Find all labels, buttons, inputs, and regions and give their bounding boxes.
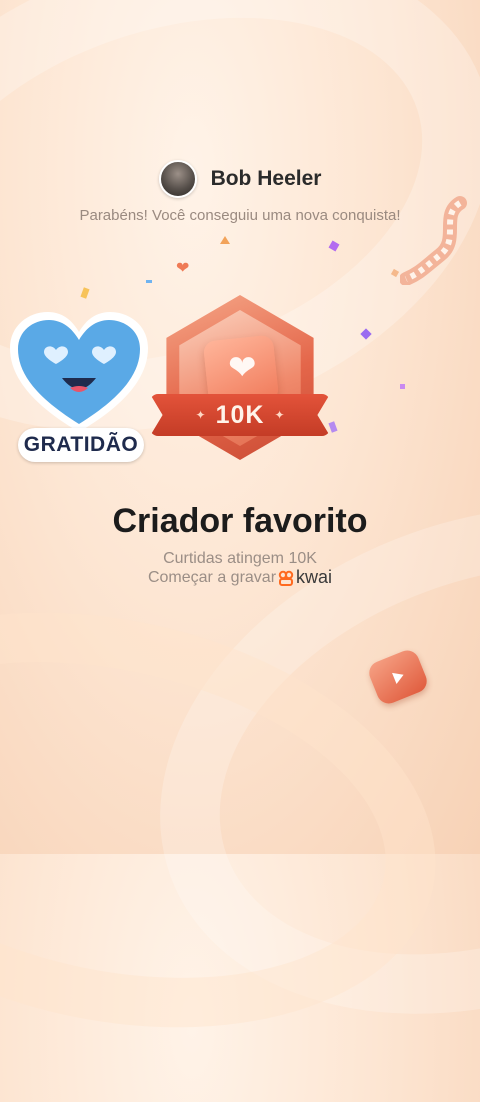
start-recording-link[interactable]: Começar a gravar	[148, 569, 276, 587]
kwai-icon	[278, 570, 294, 586]
background-swoosh	[0, 555, 475, 1085]
start-recording-row[interactable]: Começar a gravar kwai	[0, 567, 480, 588]
sticker-label: GRATIDÃO	[23, 433, 139, 456]
achievement-badge: ❤ ✦ 10K ✦	[150, 290, 330, 470]
confetti-piece	[400, 384, 405, 389]
confetti-piece	[220, 236, 230, 244]
play-icon	[392, 672, 404, 685]
heart-icon: ❤	[176, 260, 190, 277]
confetti-piece	[390, 268, 400, 278]
confetti-piece	[146, 280, 152, 283]
play-button[interactable]	[365, 646, 431, 708]
kwai-logo[interactable]: kwai	[278, 567, 332, 588]
confetti-piece	[328, 240, 340, 252]
badge-ribbon: ✦ 10K ✦	[150, 394, 330, 436]
user-name[interactable]: Bob Heeler	[211, 167, 322, 191]
achievement-title: Criador favorito	[112, 502, 368, 540]
kwai-brand: kwai	[296, 567, 333, 587]
sparkle-icon: ✦	[195, 408, 206, 422]
achievement-description: Curtidas atingem 10K	[163, 550, 317, 567]
gratidao-sticker: GRATIDÃO	[8, 310, 150, 470]
avatar[interactable]	[158, 160, 197, 198]
heart-eyes-emoji	[10, 312, 148, 432]
sparkle-icon: ✦	[274, 408, 285, 422]
confetti-piece	[80, 287, 90, 299]
film-strip-icon	[400, 196, 467, 285]
badge-value: 10K	[215, 400, 265, 429]
heart-icon: ❤	[228, 349, 257, 387]
confetti-piece	[360, 328, 372, 340]
user-header: Bob Heeler	[0, 160, 480, 198]
